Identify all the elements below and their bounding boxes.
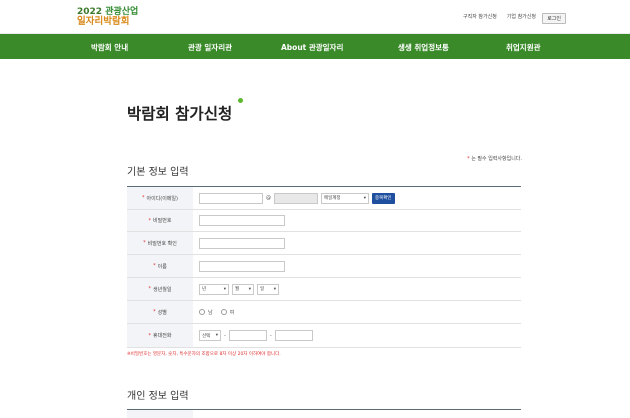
- chevron-down-icon: ▾: [215, 333, 218, 338]
- company-apply-link[interactable]: 기업 참가신청: [507, 13, 536, 20]
- birth-value-cell: 년 ▾ 월 ▾ 일 ▾: [193, 278, 521, 300]
- password-confirm-label: 비밀번호 확인: [147, 240, 177, 247]
- name-label-cell: * 이름: [127, 255, 193, 277]
- password-label: 비밀번호: [153, 218, 172, 224]
- top-bar: 2022 관광산업 일자리박람회 구직자 참가신청 기업 참가신청 로그인: [0, 0, 630, 34]
- nav-item-tourism-jobs[interactable]: 관광 일자리관: [188, 42, 232, 53]
- phone-prefix-value: 선택: [202, 333, 211, 339]
- phone-middle-input[interactable]: [228, 330, 267, 341]
- phone-label: 휴대전화: [153, 333, 172, 339]
- password-confirm-input[interactable]: [199, 237, 285, 249]
- gender-male-label: 남: [208, 309, 213, 316]
- phone-prefix-select[interactable]: 선택 ▾: [199, 330, 221, 341]
- at-sign: @: [266, 195, 271, 201]
- gender-label: 성별: [157, 309, 167, 316]
- id-label-cell: * 아이디(이메일): [127, 187, 193, 209]
- gender-value-cell: 남 여: [193, 301, 521, 323]
- top-links: 구직자 참가신청 기업 참가신청: [463, 13, 536, 20]
- name-label: 이름: [157, 263, 167, 270]
- title-accent-dot: [238, 98, 243, 103]
- name-input[interactable]: [199, 260, 285, 272]
- birth-day-value: 일: [260, 287, 265, 292]
- required-note-text: 는 필수 입력사항입니다.: [471, 156, 522, 162]
- birth-month-select[interactable]: 월 ▾: [232, 283, 254, 295]
- name-value-cell: [193, 255, 521, 277]
- chevron-down-icon: ▾: [273, 286, 276, 292]
- form-row-id: * 아이디(이메일) @ 메일계정 ▾ 중복확인: [127, 187, 521, 210]
- form-row-name: * 이름: [127, 255, 521, 278]
- form-row-password: * 비밀번호: [127, 210, 521, 232]
- duplicate-check-button[interactable]: 중복확인: [372, 192, 395, 204]
- required-star: *: [467, 156, 470, 162]
- personal-info-title: 개인 정보 입력: [127, 391, 189, 402]
- phone-dash-2: -: [269, 332, 272, 339]
- password-value-cell: [193, 210, 521, 231]
- email-domain-select[interactable]: 메일계정 ▾: [321, 192, 369, 204]
- form-row-phone: * 휴대전화 선택 ▾ - -: [127, 324, 521, 348]
- birth-label: 생년월일: [153, 286, 172, 293]
- chevron-down-icon: ▾: [248, 286, 251, 292]
- gender-male-radio[interactable]: [199, 309, 205, 315]
- nav-item-about[interactable]: About 관광일자리: [281, 42, 343, 53]
- logo-line2: 일자리박람회: [77, 16, 130, 27]
- form-row-gender: * 성별 남 여: [127, 301, 521, 324]
- gender-female-label: 여: [229, 309, 235, 316]
- birth-month-value: 월: [235, 287, 240, 292]
- password-label-cell: * 비밀번호: [127, 210, 193, 231]
- password-input[interactable]: [199, 215, 285, 226]
- page-title: 박람회 참가신청: [127, 105, 233, 123]
- email-domain-input[interactable]: [274, 192, 318, 204]
- login-button[interactable]: 로그인: [542, 13, 566, 24]
- nav-item-job-info[interactable]: 생생 취업정보통: [398, 42, 449, 53]
- birth-year-value: 년: [202, 287, 207, 292]
- basic-info-form: * 아이디(이메일) @ 메일계정 ▾ 중복확인 * 비밀번호 * 비밀번호 확인 *…: [127, 186, 521, 348]
- phone-value-cell: 선택 ▾ - -: [193, 324, 521, 347]
- form-row-birth: * 생년월일 년 ▾ 월 ▾ 일 ▾: [127, 278, 521, 301]
- password-confirm-value-cell: [193, 232, 521, 254]
- form-row-password-confirm: * 비밀번호 확인: [127, 232, 521, 255]
- basic-info-title: 기본 정보 입력: [127, 167, 189, 178]
- birth-year-select[interactable]: 년 ▾: [199, 283, 229, 295]
- personal-info-form: [127, 409, 521, 418]
- id-label: 아이디(이메일): [146, 195, 178, 202]
- password-confirm-label-cell: * 비밀번호 확인: [127, 232, 193, 254]
- email-domain-select-value: 메일계정: [324, 196, 341, 201]
- id-value-cell: @ 메일계정 ▾ 중복확인: [193, 187, 521, 209]
- job-seeker-apply-link[interactable]: 구직자 참가신청: [463, 13, 497, 20]
- phone-dash-1: -: [224, 332, 226, 339]
- nav-item-job-support[interactable]: 취업지원관: [506, 42, 541, 53]
- phone-label-cell: * 휴대전화: [127, 324, 193, 347]
- main-nav: 박람회 안내 관광 일자리관 About 관광일자리 생생 취업정보통 취업지원…: [0, 34, 630, 59]
- email-id-input[interactable]: [199, 192, 263, 204]
- password-rule-warning: ※비밀번호는 영문자, 숫자, 특수문자의 조합으로 8자 이상 20자 이하여…: [127, 352, 281, 357]
- gender-female-radio[interactable]: [220, 309, 227, 315]
- nav-item-fair-info[interactable]: 박람회 안내: [91, 42, 128, 53]
- chevron-down-icon: ▾: [223, 286, 226, 292]
- gender-label-cell: * 성별: [127, 301, 193, 323]
- required-note: * 는 필수 입력사항입니다.: [467, 155, 522, 162]
- chevron-down-icon: ▾: [363, 195, 366, 201]
- birth-day-select[interactable]: 일 ▾: [257, 283, 279, 295]
- birth-label-cell: * 생년월일: [127, 278, 193, 300]
- personal-info-label-cell: [127, 410, 193, 418]
- phone-last-input[interactable]: [274, 330, 313, 341]
- site-logo[interactable]: 2022 관광산업 일자리박람회: [77, 8, 138, 27]
